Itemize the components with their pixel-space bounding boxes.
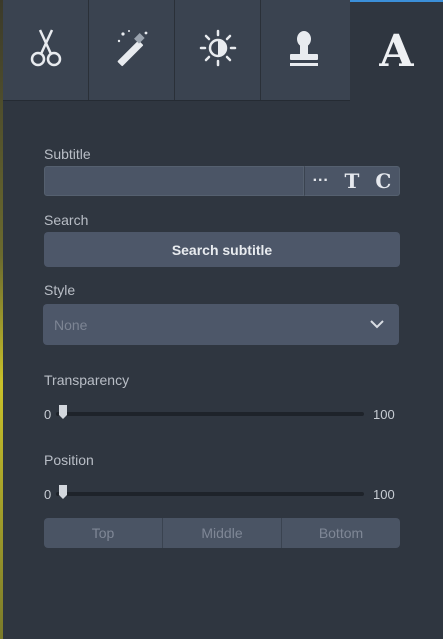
stamp-icon bbox=[286, 28, 322, 73]
more-options-button[interactable]: ··· bbox=[305, 167, 336, 195]
style-dropdown[interactable]: None bbox=[43, 304, 399, 345]
transparency-track[interactable] bbox=[56, 412, 364, 416]
magic-wand-icon bbox=[113, 28, 151, 73]
position-thumb[interactable] bbox=[58, 484, 68, 500]
text-a-icon: A bbox=[379, 25, 414, 77]
subtitle-label: Subtitle bbox=[44, 146, 91, 162]
position-label: Position bbox=[44, 452, 94, 468]
position-middle-button[interactable]: Middle bbox=[163, 518, 282, 548]
transparency-max: 100 bbox=[373, 407, 395, 422]
search-subtitle-button[interactable]: Search subtitle bbox=[44, 232, 400, 267]
transparency-slider[interactable]: 0 100 bbox=[44, 404, 400, 424]
text-style-button[interactable]: T bbox=[336, 167, 367, 195]
subtitle-field[interactable] bbox=[44, 166, 304, 196]
chevron-down-icon bbox=[369, 316, 385, 335]
caption-button[interactable]: C bbox=[368, 167, 399, 195]
toolbar bbox=[3, 0, 350, 101]
position-top-button[interactable]: Top bbox=[44, 518, 163, 548]
transparency-label: Transparency bbox=[44, 372, 130, 388]
brightness-icon bbox=[198, 28, 238, 73]
style-selected-value: None bbox=[54, 316, 88, 333]
position-presets: Top Middle Bottom bbox=[44, 518, 400, 548]
tool-adjust[interactable] bbox=[175, 0, 261, 100]
tool-cut[interactable] bbox=[3, 0, 89, 100]
position-min: 0 bbox=[44, 487, 52, 502]
tool-effects[interactable] bbox=[89, 0, 175, 100]
position-track[interactable] bbox=[56, 492, 364, 496]
tool-watermark[interactable] bbox=[261, 0, 347, 100]
scissors-icon bbox=[29, 28, 63, 73]
style-label: Style bbox=[44, 282, 76, 298]
position-max: 100 bbox=[373, 487, 395, 502]
tool-text[interactable]: A bbox=[350, 2, 443, 100]
subtitle-tools: ··· T C bbox=[304, 166, 400, 196]
position-slider[interactable]: 0 100 bbox=[44, 484, 400, 504]
transparency-thumb[interactable] bbox=[58, 404, 68, 420]
position-bottom-button[interactable]: Bottom bbox=[282, 518, 400, 548]
transparency-min: 0 bbox=[44, 407, 52, 422]
search-label: Search bbox=[44, 212, 89, 228]
